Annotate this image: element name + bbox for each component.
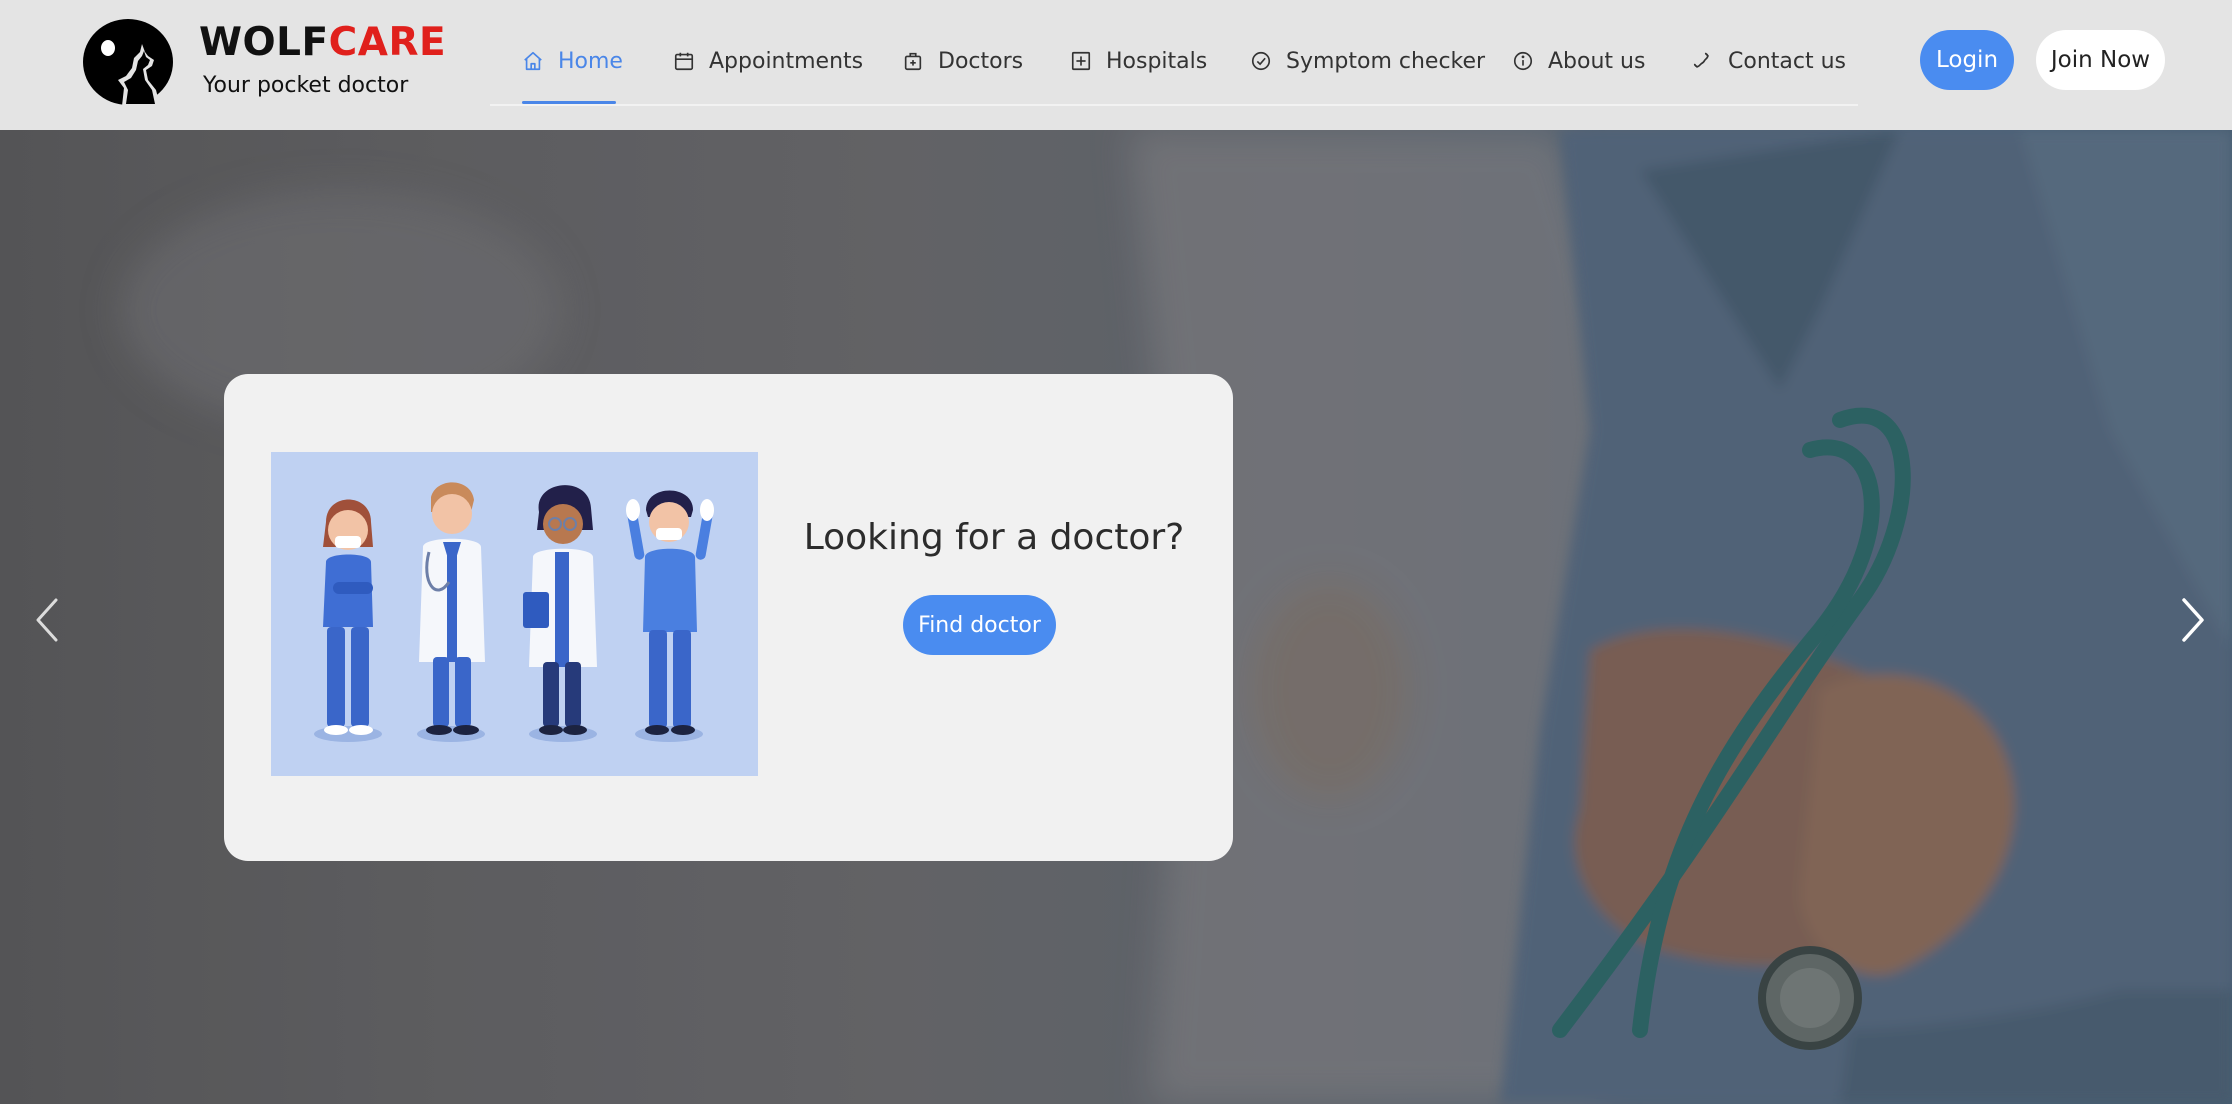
nav-label-symptom-checker: Symptom checker	[1286, 48, 1486, 74]
home-icon	[522, 50, 544, 72]
chevron-right-icon	[2182, 598, 2204, 642]
hero-card-title: Looking for a doctor?	[803, 517, 1185, 558]
nav-label-contact-us: Contact us	[1728, 48, 1846, 74]
phone-icon	[1692, 50, 1714, 72]
main-nav: Home Appointments Doctors Hospitals Symp…	[490, 0, 1858, 106]
nav-item-doctors[interactable]: Doctors	[902, 46, 1023, 76]
brand-name[interactable]: WOLFCARE	[199, 20, 447, 65]
login-button[interactable]: Login	[1920, 30, 2014, 90]
join-now-button[interactable]: Join Now	[2036, 30, 2165, 90]
carousel-next-button[interactable]	[2172, 592, 2212, 648]
page-bottom-edge	[0, 1104, 2232, 1110]
nav-item-contact-us[interactable]: Contact us	[1692, 46, 1846, 76]
nav-label-home: Home	[558, 48, 623, 74]
nav-item-hospitals[interactable]: Hospitals	[1070, 46, 1207, 76]
nav-item-symptom-checker[interactable]: Symptom checker	[1250, 46, 1485, 76]
brand-name-care: CARE	[328, 20, 447, 65]
hero-card: Looking for a doctor? Find doctor	[224, 374, 1233, 861]
calendar-icon	[673, 50, 695, 72]
nav-active-indicator	[522, 101, 616, 104]
nav-label-hospitals: Hospitals	[1106, 48, 1208, 74]
nav-label-about-us: About us	[1548, 48, 1646, 74]
nav-item-home[interactable]: Home	[522, 46, 623, 76]
nav-label-doctors: Doctors	[938, 48, 1024, 74]
brand-tagline: Your pocket doctor	[203, 73, 409, 98]
site-header: WOLFCARE Your pocket doctor Home Appoint…	[0, 0, 2232, 130]
chevron-left-icon	[36, 598, 58, 642]
nav-item-about-us[interactable]: About us	[1512, 46, 1645, 76]
hospital-plus-icon	[1070, 50, 1092, 72]
hero-carousel: Looking for a doctor? Find doctor	[0, 130, 2232, 1104]
wolf-logo-icon[interactable]	[82, 18, 174, 106]
carousel-prev-button[interactable]	[28, 592, 68, 648]
doctors-illustration	[271, 452, 758, 776]
nav-item-appointments[interactable]: Appointments	[673, 46, 863, 76]
brand-name-wolf: WOLF	[199, 20, 329, 65]
nav-label-appointments: Appointments	[709, 48, 864, 74]
check-circle-icon	[1250, 50, 1272, 72]
medical-bag-icon	[902, 50, 924, 72]
info-circle-icon	[1512, 50, 1534, 72]
find-doctor-button[interactable]: Find doctor	[903, 595, 1056, 655]
